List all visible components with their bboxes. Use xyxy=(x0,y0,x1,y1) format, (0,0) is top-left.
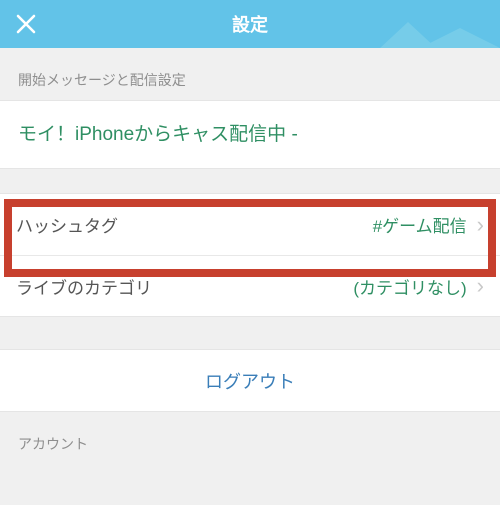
page-title: 設定 xyxy=(232,11,268,37)
section-header-broadcast: 開始メッセージと配信設定 xyxy=(0,48,500,100)
close-button[interactable] xyxy=(12,10,40,38)
logout-label: ログアウト xyxy=(205,368,295,394)
start-message-row[interactable]: モイ！iPhoneからキャス配信中 - xyxy=(0,101,500,168)
section-header-account: アカウント xyxy=(0,412,500,464)
hashtag-label: ハッシュタグ xyxy=(16,212,118,237)
chevron-right-icon: › xyxy=(477,275,484,297)
chevron-right-icon: › xyxy=(477,214,484,236)
category-value: (カテゴリなし) xyxy=(353,274,466,299)
hashtag-value: #ゲーム配信 xyxy=(373,212,467,237)
header-bar: 設定 xyxy=(0,0,500,48)
hashtag-row[interactable]: ハッシュタグ #ゲーム配信 › xyxy=(0,194,500,255)
category-label: ライブのカテゴリ xyxy=(16,274,152,299)
logout-block: ログアウト xyxy=(0,349,500,412)
logout-button[interactable]: ログアウト xyxy=(0,350,500,411)
settings-list: ハッシュタグ #ゲーム配信 › ライブのカテゴリ (カテゴリなし) › xyxy=(0,193,500,317)
close-icon xyxy=(16,14,36,34)
mountain-decoration xyxy=(380,22,500,48)
message-block: モイ！iPhoneからキャス配信中 - xyxy=(0,100,500,169)
category-row[interactable]: ライブのカテゴリ (カテゴリなし) › xyxy=(0,255,500,316)
